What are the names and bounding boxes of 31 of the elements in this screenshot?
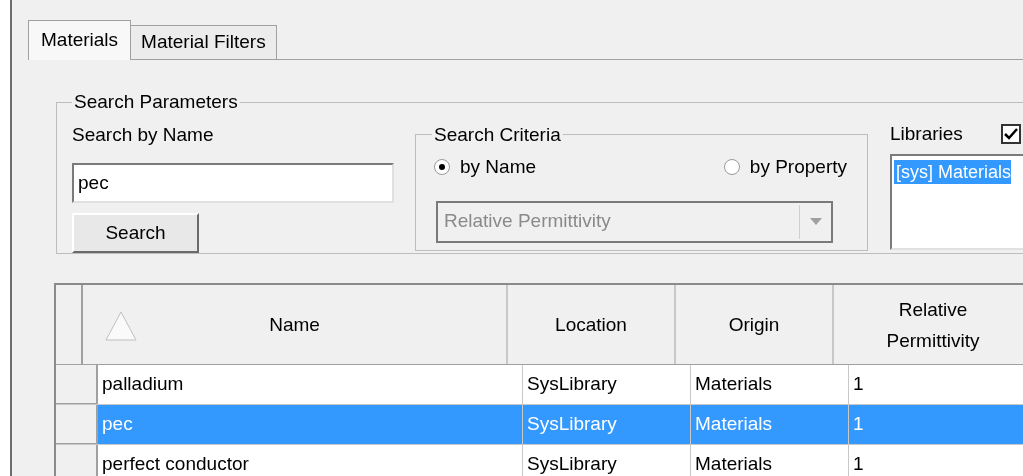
row-header[interactable] [56,405,98,444]
table-cell: 1 [849,365,1023,404]
table-row[interactable]: perfect conductor SysLibrary Materials 1 [56,445,1023,476]
sort-icon [105,311,137,341]
search-field[interactable]: pec [72,163,394,204]
table-cell: Materials [691,405,849,444]
search-button[interactable]: Search [72,213,199,253]
table-cell: SysLibrary [523,365,691,404]
tab[interactable]: Material Filters [131,25,277,59]
radio-label: by Property [749,155,847,179]
row-header[interactable] [56,445,98,476]
tab[interactable]: Materials [28,20,132,60]
row-header[interactable] [56,365,98,404]
group-title: Search Criteria [434,123,561,145]
radio-label: by Name [460,155,537,179]
table-cell: SysLibrary [523,405,691,444]
table-cell: Materials [691,365,849,404]
libraries-label: Libraries [890,121,963,146]
table-cell: perfect conductor [98,445,523,476]
table-cell: pec [98,405,523,444]
table-row[interactable]: palladium SysLibrary Materials 1 [56,365,1023,405]
group-title: Search Parameters [74,91,238,112]
table-cell: 1 [849,445,1023,476]
table-cell: palladium [98,365,523,404]
table-cell: Materials [691,445,849,476]
table-cell: 1 [849,405,1023,444]
checkbox[interactable] [1000,123,1021,144]
table-cell: SysLibrary [523,445,691,476]
radio-button[interactable] [434,159,450,176]
radio-button[interactable] [723,159,740,176]
field-label: Search by Name [72,122,215,147]
